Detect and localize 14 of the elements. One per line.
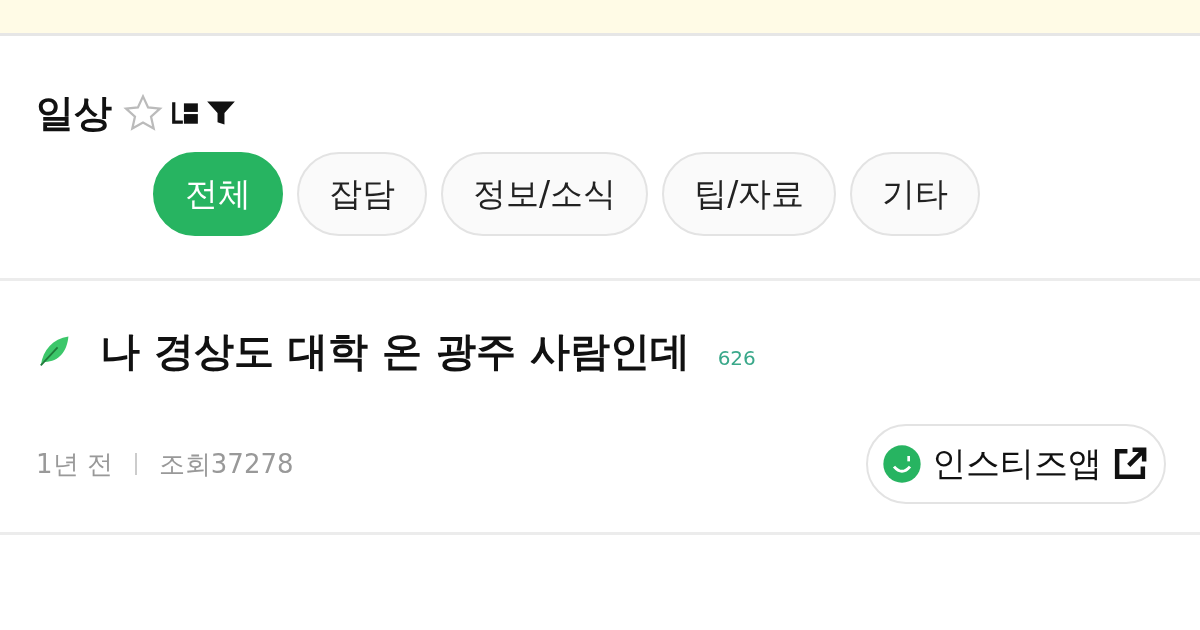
post-title[interactable]: 나 경상도 대학 온 광주 사람인데 — [100, 323, 690, 379]
category-tab[interactable]: 잡담 — [297, 152, 427, 236]
category-tab[interactable]: 정보/소식 — [441, 152, 649, 236]
category-tab[interactable]: 팁/자료 — [662, 152, 837, 236]
smiley-icon — [882, 444, 922, 484]
tree-view-icon[interactable] — [170, 99, 200, 127]
filter-icon[interactable] — [206, 99, 236, 127]
view-count: 조회37278 — [158, 447, 294, 481]
post-time: 1년 전 — [36, 447, 113, 481]
board-title: 일상 — [36, 89, 112, 137]
comment-count: 626 — [717, 346, 756, 370]
external-link-icon — [1112, 446, 1148, 482]
category-tab[interactable]: 기타 — [850, 152, 981, 236]
app-button[interactable]: 인스티즈앱 — [866, 424, 1166, 504]
